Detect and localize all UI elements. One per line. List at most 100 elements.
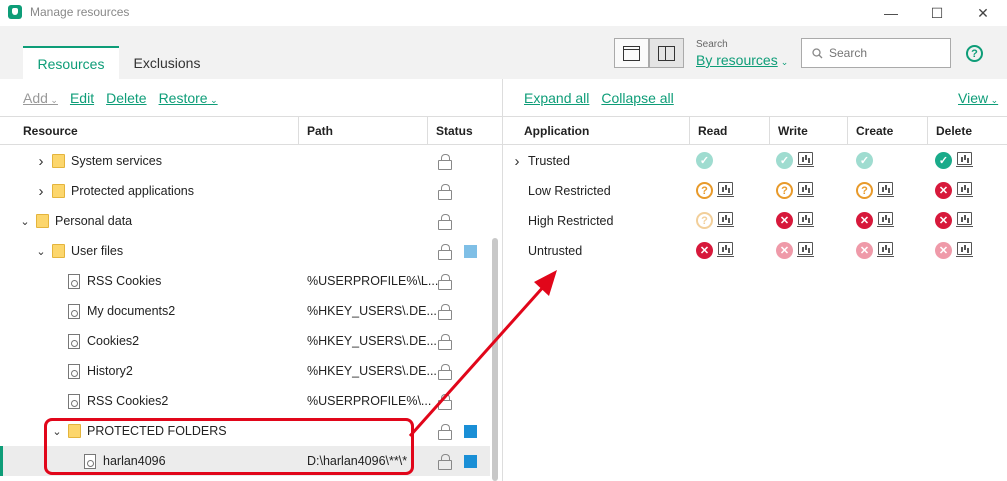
folder-icon	[52, 154, 65, 168]
chevron-right-icon[interactable]: ›	[512, 153, 522, 170]
search-input[interactable]	[829, 46, 939, 60]
maximize-button[interactable]: ☐	[914, 0, 960, 26]
vertical-scrollbar[interactable]	[492, 238, 498, 481]
title-bar: Manage resources — ☐ ✕	[0, 0, 1007, 26]
column-resource[interactable]: Resource	[15, 117, 299, 145]
application-row[interactable]: › Trusted ✓ ✓ ✓ ✓	[503, 146, 1007, 176]
monitor-log-icon[interactable]	[956, 182, 973, 197]
tab-resources[interactable]: Resources	[23, 46, 119, 79]
search-mode-dropdown[interactable]: By resources ⌄	[696, 52, 788, 68]
monitor-log-icon[interactable]	[717, 242, 734, 257]
application-row[interactable]: Untrusted ✕ ✕ ✕ ✕	[503, 236, 1007, 266]
view-menu[interactable]: View ⌄	[958, 79, 998, 116]
deny-icon-read[interactable]: ✕	[696, 242, 713, 259]
column-read[interactable]: Read	[690, 117, 770, 145]
add-button[interactable]: Add ⌄	[23, 90, 58, 106]
edit-button[interactable]: Edit	[70, 90, 94, 106]
deny-icon-write[interactable]: ✕	[776, 242, 793, 259]
lock-icon	[438, 334, 452, 350]
column-write[interactable]: Write	[770, 117, 848, 145]
prompt-icon-create[interactable]: ?	[856, 182, 873, 199]
file-icon	[68, 334, 80, 349]
delete-button[interactable]: Delete	[106, 90, 146, 106]
lock-icon	[438, 154, 452, 170]
view-label: View	[958, 89, 989, 106]
lock-icon	[438, 394, 452, 410]
tab-exclusions[interactable]: Exclusions	[124, 46, 210, 79]
monitor-log-icon[interactable]	[717, 212, 734, 227]
allow-icon-create[interactable]: ✓	[856, 152, 873, 169]
deny-icon-create[interactable]: ✕	[856, 242, 873, 259]
application-row[interactable]: High Restricted? ✕ ✕ ✕	[503, 206, 1007, 236]
deny-icon-delete[interactable]: ✕	[935, 242, 952, 259]
deny-icon-delete[interactable]: ✕	[935, 182, 952, 199]
resource-row[interactable]: › System services	[0, 146, 490, 176]
single-pane-view-button[interactable]	[614, 38, 649, 68]
prompt-icon-read[interactable]: ?	[696, 182, 713, 199]
resource-row[interactable]: My documents2 %HKEY_USERS\.DE...	[0, 296, 490, 326]
chevron-down-icon[interactable]: ⌄	[20, 216, 30, 228]
monitor-log-icon[interactable]	[797, 212, 814, 227]
allow-icon-delete[interactable]: ✓	[935, 152, 952, 169]
allow-icon-write[interactable]: ✓	[776, 152, 793, 169]
monitor-log-icon[interactable]	[797, 182, 814, 197]
application-row[interactable]: Low Restricted??? ✕	[503, 176, 1007, 206]
resource-row[interactable]: RSS Cookies2 %USERPROFILE%\...	[0, 386, 490, 416]
search-box[interactable]	[801, 38, 951, 68]
monitor-log-icon[interactable]	[797, 152, 814, 167]
chevron-right-icon[interactable]: ›	[36, 153, 46, 170]
resource-name: RSS Cookies2	[87, 394, 169, 408]
resource-row[interactable]: ⌄ User files	[0, 236, 490, 266]
application-toolbar: Expand all Collapse all	[524, 79, 686, 116]
resource-name: My documents2	[87, 304, 176, 318]
monitor-log-icon[interactable]	[956, 212, 973, 227]
prompt-icon-read[interactable]: ?	[696, 212, 713, 229]
expand-all-button[interactable]: Expand all	[524, 90, 589, 106]
chevron-right-icon[interactable]: ›	[36, 183, 46, 200]
monitor-log-icon[interactable]	[956, 242, 973, 257]
deny-icon-create[interactable]: ✕	[856, 212, 873, 229]
restore-button[interactable]: Restore ⌄	[159, 90, 218, 106]
lock-icon	[438, 364, 452, 380]
resource-name: User files	[71, 244, 124, 258]
resource-name: Personal data	[55, 214, 133, 228]
resource-row[interactable]: › Protected applications	[0, 176, 490, 206]
column-path[interactable]: Path	[299, 117, 428, 145]
monitor-log-icon[interactable]	[717, 182, 734, 197]
minimize-button[interactable]: —	[868, 0, 914, 26]
status-indicator	[464, 425, 477, 438]
file-icon	[68, 394, 80, 409]
monitor-log-icon[interactable]	[877, 242, 894, 257]
deny-icon-delete[interactable]: ✕	[935, 212, 952, 229]
lock-icon	[438, 424, 452, 440]
monitor-log-icon[interactable]	[797, 242, 814, 257]
monitor-log-icon[interactable]	[877, 212, 894, 227]
file-icon	[68, 304, 80, 319]
resource-row[interactable]: ⌄ Personal data	[0, 206, 490, 236]
chevron-down-icon: ⌄	[988, 94, 999, 105]
allow-icon-read[interactable]: ✓	[696, 152, 713, 169]
resource-row[interactable]: RSS Cookies %USERPROFILE%\L...	[0, 266, 490, 296]
resource-path: %HKEY_USERS\.DE...	[307, 304, 437, 318]
monitor-log-icon[interactable]	[877, 182, 894, 197]
help-icon[interactable]: ?	[966, 45, 983, 62]
column-create[interactable]: Create	[848, 117, 928, 145]
chevron-down-icon[interactable]: ⌄	[36, 246, 46, 258]
column-delete[interactable]: Delete	[928, 117, 1007, 145]
column-status[interactable]: Status	[428, 117, 502, 145]
close-button[interactable]: ✕	[960, 0, 1006, 26]
search-icon	[812, 47, 823, 58]
resource-table-header: Resource Path Status	[0, 116, 502, 145]
prompt-icon-write[interactable]: ?	[776, 182, 793, 199]
header-bar: Resources Exclusions Search By resources…	[0, 26, 1007, 79]
deny-icon-write[interactable]: ✕	[776, 212, 793, 229]
view-button[interactable]: View ⌄	[958, 90, 998, 106]
search-label: Search	[696, 39, 728, 50]
resource-row[interactable]: History2 %HKEY_USERS\.DE...	[0, 356, 490, 386]
lock-icon	[438, 244, 452, 260]
resource-row[interactable]: Cookies2 %HKEY_USERS\.DE...	[0, 326, 490, 356]
column-application[interactable]: Application	[516, 117, 690, 145]
split-pane-view-button[interactable]	[649, 38, 684, 68]
collapse-all-button[interactable]: Collapse all	[601, 90, 673, 106]
monitor-log-icon[interactable]	[956, 152, 973, 167]
